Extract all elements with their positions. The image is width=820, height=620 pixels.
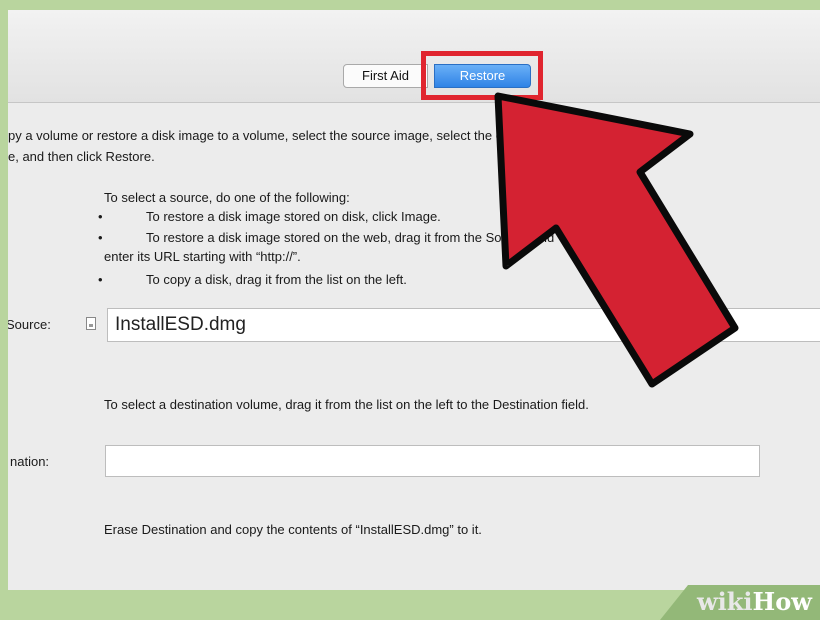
wikihow-watermark: wikiHow [697, 587, 812, 616]
pointer-arrow-icon [494, 92, 739, 388]
arrow-shape [494, 92, 739, 388]
watermark-how: How [752, 587, 812, 616]
watermark-wiki: wiki [697, 587, 753, 616]
